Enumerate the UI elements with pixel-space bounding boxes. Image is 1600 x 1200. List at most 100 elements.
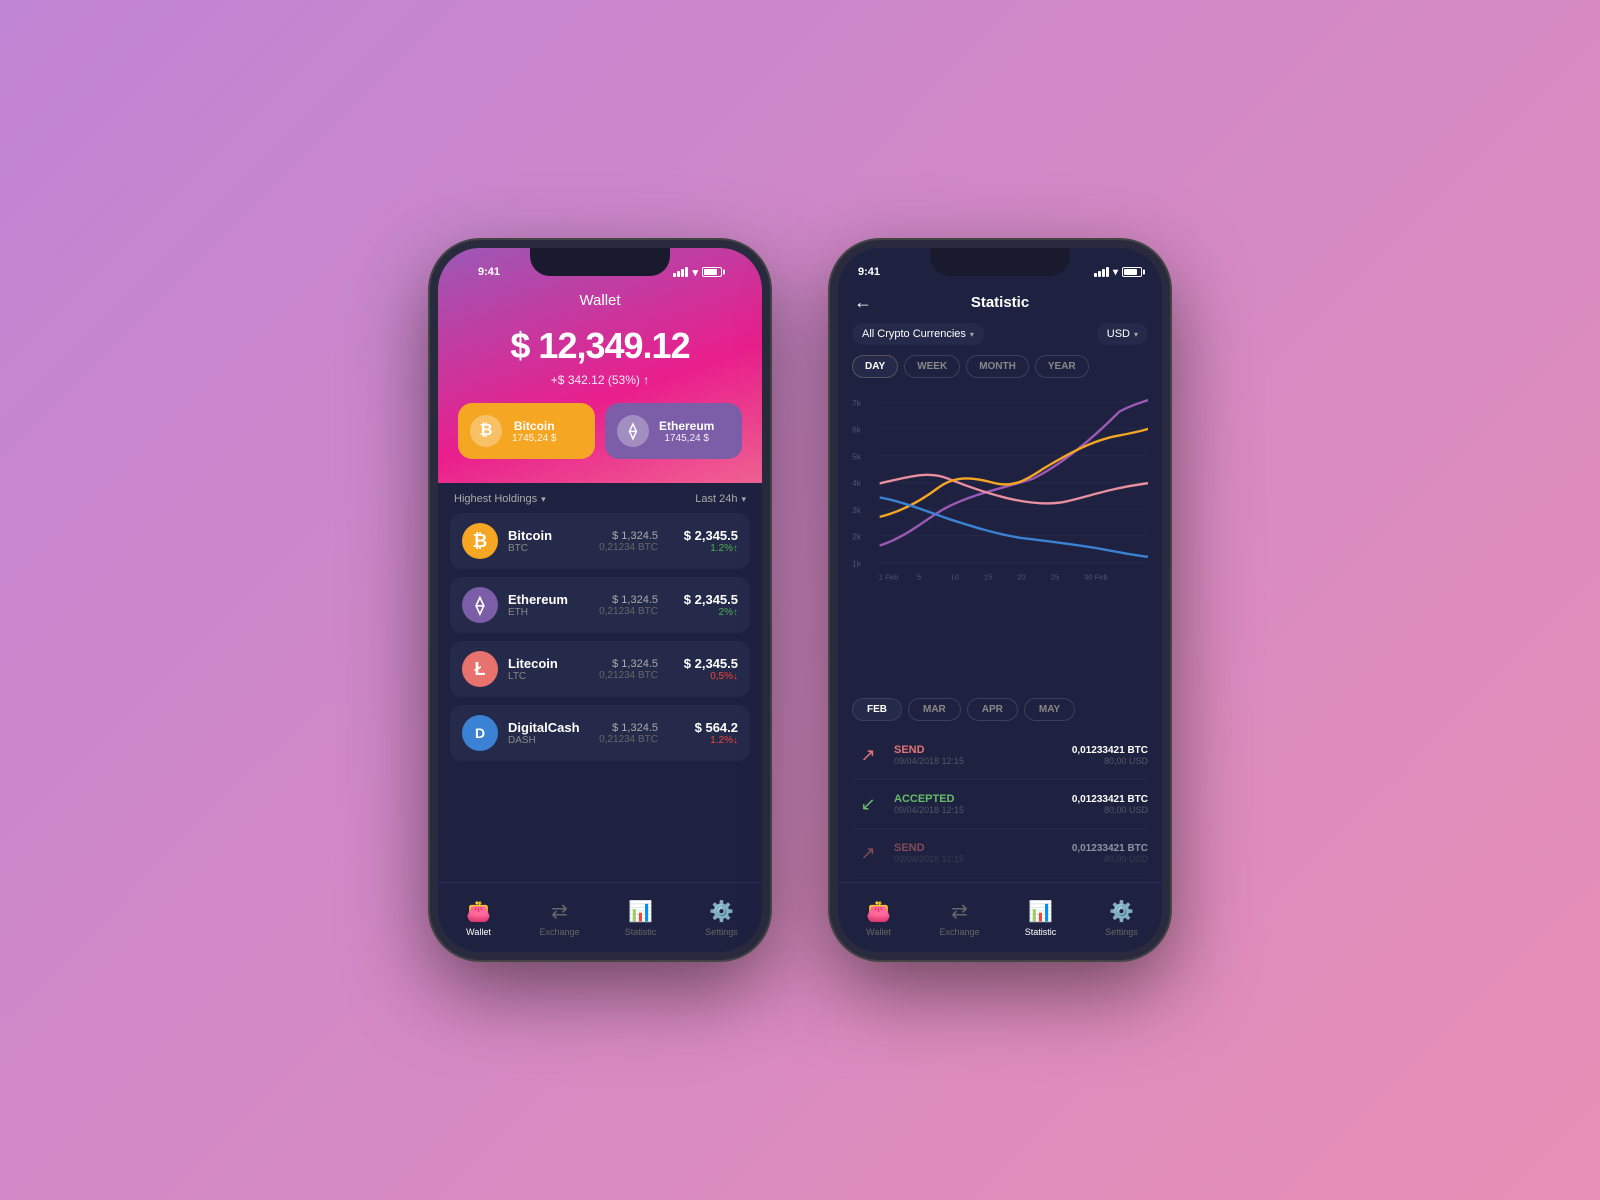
coin-list-section: Highest Holdings ▾ Last 24h ▾ ₿ Bitcoin … (438, 483, 762, 882)
eth-icon: ⟠ (462, 587, 498, 623)
stat-status-icons: ▾ (1094, 267, 1142, 278)
eth-amount: 0,21234 BTC (588, 606, 658, 617)
svg-text:6k: 6k (852, 425, 862, 435)
filter-row: All Crypto Currencies ▾ USD ▾ (838, 319, 1162, 349)
svg-text:1k: 1k (852, 558, 862, 568)
svg-text:7k: 7k (852, 398, 862, 408)
tx-row-1[interactable]: ↙ ACCEPTED 09/04/2018 12:15 0,01233421 B… (852, 780, 1148, 829)
btc-symbol: BTC (508, 543, 578, 554)
stat-settings-icon: ⚙️ (1109, 899, 1134, 924)
eth-price1: $ 1,324.5 (588, 594, 658, 606)
dash-info: DigitalCash DASH (508, 720, 580, 746)
dash-icon: D (462, 715, 498, 751)
dash-price1: $ 1,324.5 (590, 722, 658, 734)
exchange-nav-label: Exchange (539, 927, 579, 937)
ltc-right: $ 2,345.5 0,5%↓ (668, 656, 738, 682)
currency-chevron: ▾ (970, 330, 974, 339)
coin-row-btc[interactable]: ₿ Bitcoin BTC $ 1,324.5 0,21234 BTC $ 2,… (450, 513, 750, 569)
crypto-cards: ₿ Bitcoin 1745,24 $ ⟠ Ethereum 1745,24 $ (458, 403, 742, 459)
wallet-nav-label: Wallet (466, 927, 491, 937)
stat-nav-wallet[interactable]: 👛 Wallet (838, 899, 919, 937)
btc-right: $ 2,345.5 1.2%↑ (668, 528, 738, 554)
status-time: 9:41 (478, 266, 500, 278)
currency-type-filter[interactable]: USD ▾ (1097, 323, 1148, 345)
nav-exchange[interactable]: ⇄ Exchange (519, 899, 600, 937)
nav-settings[interactable]: ⚙️ Settings (681, 899, 762, 937)
tx-btc-1: 0,01233421 BTC (1072, 794, 1148, 805)
statistic-nav-label: Statistic (625, 927, 657, 937)
nav-statistic[interactable]: 📊 Statistic (600, 899, 681, 937)
wallet-header: 9:41 ▾ Wallet $ 12,349.12 +$ 342.12 (53%… (438, 248, 762, 483)
highest-holdings-label: Highest Holdings (454, 493, 537, 505)
btc-icon: ₿ (462, 523, 498, 559)
tx-btc-2: 0,01233421 BTC (1072, 843, 1148, 854)
btc-change: 1.2%↑ (668, 543, 738, 554)
currency-filter[interactable]: All Crypto Currencies ▾ (852, 323, 984, 345)
ethereum-card[interactable]: ⟠ Ethereum 1745,24 $ (605, 403, 742, 459)
tx-row-2[interactable]: ↗ SEND 09/04/2018 12:15 0,01233421 BTC 8… (852, 829, 1148, 878)
svg-text:5: 5 (917, 573, 921, 582)
svg-text:25: 25 (1051, 573, 1059, 582)
tx-amount-0: 0,01233421 BTC 80,00 USD (1072, 745, 1148, 766)
back-button[interactable]: ← (854, 292, 872, 313)
svg-text:5k: 5k (852, 451, 862, 461)
eth-symbol: ETH (508, 607, 578, 618)
ltc-name: Litecoin (508, 656, 578, 671)
eth-price2: $ 2,345.5 (668, 592, 738, 607)
tx-info-0: SEND 09/04/2018 12:15 (894, 744, 1062, 766)
currency-filter-label: All Crypto Currencies (862, 328, 966, 340)
month-tab-mar[interactable]: MAR (908, 698, 961, 721)
tx-type-0: SEND (894, 744, 1062, 756)
month-tab-apr[interactable]: APR (967, 698, 1018, 721)
month-tab-feb[interactable]: FEB (852, 698, 902, 721)
stat-statistic-icon: 📊 (1028, 899, 1053, 924)
stat-exchange-label: Exchange (939, 927, 979, 937)
dash-price2: $ 564.2 (668, 720, 738, 735)
tx-amount-1: 0,01233421 BTC 80,00 USD (1072, 794, 1148, 815)
list-header: Highest Holdings ▾ Last 24h ▾ (450, 483, 750, 513)
coin-row-ltc[interactable]: Ł Litecoin LTC $ 1,324.5 0,21234 BTC $ 2… (450, 641, 750, 697)
dash-mid: $ 1,324.5 0,21234 BTC (590, 722, 658, 745)
notch-stat (930, 248, 1070, 276)
tx-usd-0: 80,00 USD (1072, 756, 1148, 766)
dash-symbol: DASH (508, 735, 580, 746)
tx-type-2: SEND (894, 842, 1062, 854)
stat-nav-statistic[interactable]: 📊 Statistic (1000, 899, 1081, 937)
stat-battery-icon (1122, 267, 1142, 277)
period-tab-month[interactable]: MONTH (966, 355, 1029, 378)
btc-amount: 0,21234 BTC (588, 542, 658, 553)
bitcoin-icon: ₿ (470, 415, 502, 447)
ltc-amount: 0,21234 BTC (588, 670, 658, 681)
statistic-nav-icon: 📊 (628, 899, 653, 924)
dash-right: $ 564.2 1.2%↓ (668, 720, 738, 746)
eth-name: Ethereum (508, 592, 578, 607)
tx-date-1: 09/04/2018 12:15 (894, 805, 1062, 815)
stat-time: 9:41 (858, 266, 880, 278)
stat-wallet-icon: 👛 (866, 899, 891, 924)
stat-exchange-icon: ⇄ (951, 899, 968, 924)
nav-wallet[interactable]: 👛 Wallet (438, 899, 519, 937)
period-tab-week[interactable]: WEEK (904, 355, 960, 378)
coin-row-dash[interactable]: D DigitalCash DASH $ 1,324.5 0,21234 BTC… (450, 705, 750, 761)
period-tabs: DAY WEEK MONTH YEAR (838, 349, 1162, 384)
bitcoin-card[interactable]: ₿ Bitcoin 1745,24 $ (458, 403, 595, 459)
ltc-price2: $ 2,345.5 (668, 656, 738, 671)
tx-date-0: 09/04/2018 12:15 (894, 756, 1062, 766)
month-tabs: FEB MAR APR MAY (838, 692, 1162, 727)
tx-info-2: SEND 09/04/2018 12:15 (894, 842, 1062, 864)
dash-amount: 0,21234 BTC (590, 734, 658, 745)
period-tab-day[interactable]: DAY (852, 355, 898, 378)
last-24h-label: Last 24h (695, 493, 737, 505)
tx-row-0[interactable]: ↗ SEND 09/04/2018 12:15 0,01233421 BTC 8… (852, 731, 1148, 780)
stat-header: ← Statistic (838, 288, 1162, 319)
stat-nav-exchange[interactable]: ⇄ Exchange (919, 899, 1000, 937)
ltc-icon: Ł (462, 651, 498, 687)
month-tab-may[interactable]: MAY (1024, 698, 1075, 721)
period-tab-year[interactable]: YEAR (1035, 355, 1089, 378)
coin-row-eth[interactable]: ⟠ Ethereum ETH $ 1,324.5 0,21234 BTC $ 2… (450, 577, 750, 633)
btc-name: Bitcoin (508, 528, 578, 543)
list-header-left: Highest Holdings ▾ (454, 493, 546, 505)
stat-title: Statistic (971, 294, 1029, 311)
stat-nav-settings[interactable]: ⚙️ Settings (1081, 899, 1162, 937)
stat-signal-icon (1094, 267, 1109, 277)
